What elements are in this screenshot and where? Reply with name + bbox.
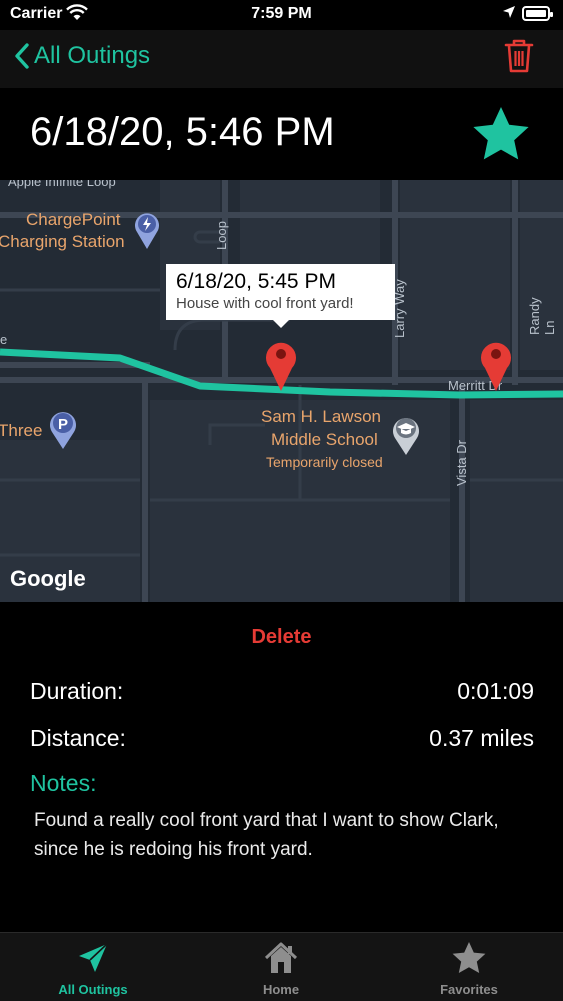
battery-icon xyxy=(522,6,553,21)
location-arrow-icon xyxy=(502,5,516,24)
poi-label: ChargePoint xyxy=(26,209,121,231)
status-bar: Carrier 7:59 PM xyxy=(0,0,563,30)
ev-charging-icon[interactable] xyxy=(133,210,161,255)
tab-home[interactable]: Home xyxy=(201,941,361,997)
road-label: Vista Dr xyxy=(454,440,469,486)
favorite-button[interactable] xyxy=(471,105,531,168)
notes-label: Notes: xyxy=(30,770,97,796)
back-button-label: All Outings xyxy=(34,42,151,69)
tab-bar: All Outings Home Favorites xyxy=(0,932,563,1001)
road-label: Randy Ln xyxy=(527,297,557,335)
trash-icon xyxy=(504,39,534,73)
callout-subtitle: House with cool front yard! xyxy=(176,295,354,312)
duration-value: 0:01:09 xyxy=(457,678,534,704)
back-button[interactable]: All Outings xyxy=(14,42,150,70)
poi-label: Middle School xyxy=(271,430,378,449)
parking-icon[interactable]: P xyxy=(48,408,78,455)
map-view[interactable]: Apple Infinite Loop Loop Larry Way Randy… xyxy=(0,180,563,602)
road-label: Apple Infinite Loop xyxy=(8,180,116,189)
notes-text: Found a really cool front yard that I wa… xyxy=(34,810,499,860)
callout-title: 6/18/20, 5:45 PM xyxy=(176,270,336,293)
trash-button[interactable] xyxy=(503,38,535,79)
clock: 7:59 PM xyxy=(251,5,312,22)
svg-text:P: P xyxy=(58,416,68,433)
star-icon xyxy=(473,107,529,160)
chevron-left-icon xyxy=(15,43,29,69)
poi-name: ChargePoint xyxy=(26,210,121,229)
poi-label: Charging Station xyxy=(0,232,125,251)
school-icon[interactable] xyxy=(392,414,420,461)
page-title: 6/18/20, 5:46 PM xyxy=(30,110,335,154)
tab-label: Home xyxy=(262,982,300,997)
title-row: 6/18/20, 5:46 PM xyxy=(0,88,563,180)
map-pin[interactable] xyxy=(265,338,297,397)
distance-value: 0.37 miles xyxy=(429,725,534,751)
distance-label: Distance: xyxy=(30,725,126,751)
house-icon xyxy=(264,942,298,973)
pin-callout[interactable]: 6/18/20, 5:45 PM House with cool front y… xyxy=(166,264,395,328)
poi-label: Sam H. Lawson xyxy=(261,407,381,426)
paper-plane-icon xyxy=(79,943,108,972)
star-icon xyxy=(452,942,486,973)
map-pin[interactable] xyxy=(480,338,512,397)
tab-label: All Outings xyxy=(58,982,128,997)
poi-status: Temporarily closed xyxy=(266,454,383,470)
tab-favorites[interactable]: Favorites xyxy=(389,941,549,997)
road-label: e xyxy=(0,332,8,347)
google-logo: Google xyxy=(10,566,86,591)
tab-all-outings[interactable]: All Outings xyxy=(13,941,173,997)
delete-button[interactable]: Delete xyxy=(0,626,563,649)
navigation-bar: All Outings xyxy=(0,30,563,88)
road-label: Loop xyxy=(214,221,229,250)
tab-label: Favorites xyxy=(440,982,498,997)
duration-label: Duration: xyxy=(30,678,124,704)
poi-label: Three xyxy=(0,421,43,440)
